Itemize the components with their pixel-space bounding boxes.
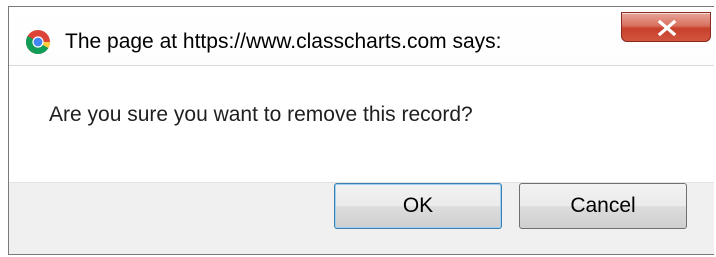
- dialog-titlebar: The page at https://www.classcharts.com …: [9, 7, 714, 66]
- close-button[interactable]: [621, 12, 711, 42]
- dialog-message: Are you sure you want to remove this rec…: [49, 103, 473, 126]
- alert-dialog: The page at https://www.classcharts.com …: [8, 6, 714, 255]
- chrome-icon: [25, 29, 51, 55]
- ok-button[interactable]: OK: [334, 183, 502, 229]
- close-icon: [657, 20, 677, 36]
- dialog-content: Are you sure you want to remove this rec…: [9, 66, 714, 182]
- dialog-title: The page at https://www.classcharts.com …: [65, 30, 502, 53]
- dialog-footer: OK Cancel: [9, 182, 714, 254]
- cancel-button[interactable]: Cancel: [519, 183, 687, 229]
